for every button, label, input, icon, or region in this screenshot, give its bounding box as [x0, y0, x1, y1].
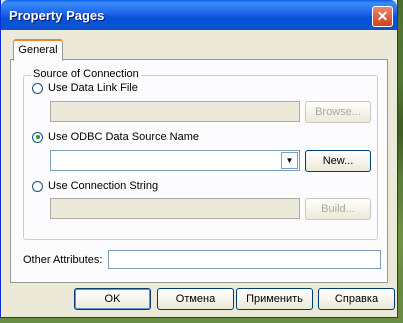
- close-icon[interactable]: ✕: [372, 6, 393, 27]
- connection-string-radio[interactable]: [32, 180, 43, 192]
- odbc-option[interactable]: Use ODBC Data Source Name: [32, 130, 199, 144]
- connection-string-option[interactable]: Use Connection String: [32, 179, 158, 193]
- general-tab-panel: Source of Connection Use Data Link File …: [10, 59, 388, 283]
- tab-general[interactable]: General: [13, 39, 63, 61]
- other-attributes-input[interactable]: [108, 250, 381, 269]
- odbc-radio[interactable]: [32, 131, 43, 143]
- group-legend: Source of Connection: [31, 68, 141, 80]
- dialog-body: General Source of Connection Use Data Li…: [4, 30, 395, 314]
- data-link-radio[interactable]: [32, 82, 43, 94]
- window-title: Property Pages: [9, 8, 105, 23]
- ok-button[interactable]: OK: [74, 288, 151, 310]
- connection-string-field: [50, 198, 300, 219]
- odbc-label: Use ODBC Data Source Name: [48, 131, 199, 143]
- title-bar[interactable]: Property Pages ✕: [1, 0, 397, 30]
- data-link-option[interactable]: Use Data Link File: [32, 81, 138, 95]
- connection-string-label: Use Connection String: [48, 180, 159, 192]
- apply-button[interactable]: Применить: [236, 288, 313, 310]
- data-link-file-field: [50, 101, 300, 122]
- browse-button: Browse...: [305, 101, 371, 123]
- chevron-down-icon[interactable]: ▼: [281, 152, 298, 169]
- cancel-button[interactable]: Отмена: [157, 288, 234, 310]
- data-link-label: Use Data Link File: [48, 82, 138, 94]
- odbc-dsn-select[interactable]: ▼: [50, 150, 300, 171]
- other-attributes-label: Other Attributes:: [23, 254, 103, 266]
- build-button: Build...: [305, 198, 371, 220]
- new-dsn-button[interactable]: New...: [305, 150, 371, 172]
- help-button[interactable]: Справка: [318, 288, 395, 310]
- property-pages-dialog: Property Pages ✕ General Source of Conne…: [0, 0, 398, 318]
- source-of-connection-group: Source of Connection Use Data Link File …: [23, 68, 378, 240]
